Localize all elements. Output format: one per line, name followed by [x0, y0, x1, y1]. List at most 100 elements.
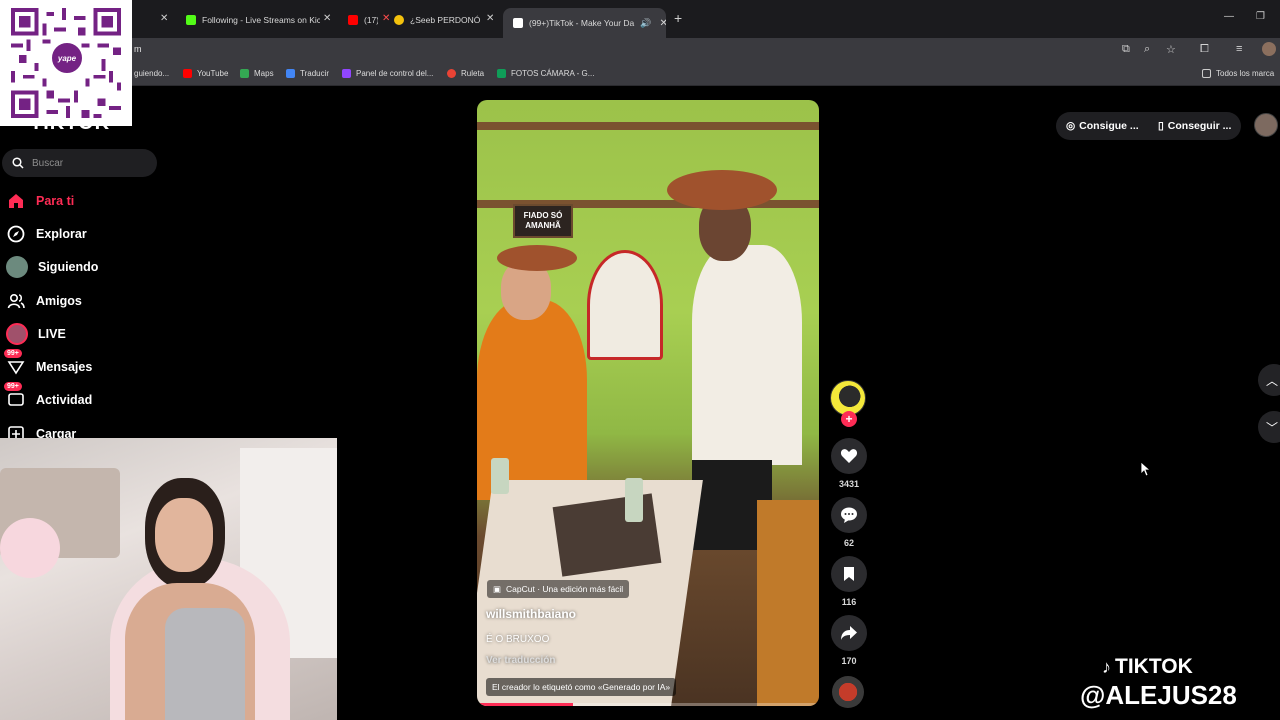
- video-progress-bar[interactable]: [477, 703, 819, 706]
- wall-shelf: [477, 122, 819, 130]
- share-icon[interactable]: [831, 615, 867, 651]
- top-garment: [165, 608, 245, 720]
- tab-tiktok[interactable]: (99+)TikTok - Make Your Da 🔊 ✕: [503, 8, 666, 38]
- get-app-label: Conseguir ...: [1167, 120, 1232, 132]
- share-action[interactable]: 170: [830, 615, 868, 666]
- avatar-icon: [6, 256, 28, 278]
- video-player[interactable]: FIADO SÓ AMANHÃ ▣ CapCut · Una edición m…: [477, 100, 819, 706]
- sidebar-item-explorar[interactable]: Explorar: [6, 221, 87, 247]
- bookmark-icon[interactable]: [831, 556, 867, 592]
- watermark-line1: ♪ TIKTOK: [1102, 655, 1193, 679]
- share-count: 170: [841, 656, 857, 666]
- user-avatar[interactable]: [1254, 113, 1278, 137]
- yape-logo: yape: [49, 40, 85, 76]
- follow-plus-icon[interactable]: +: [841, 411, 857, 427]
- sidebar-item-label: LIVE: [38, 327, 66, 341]
- sidebar-item-label: Mensajes: [36, 360, 93, 374]
- sidebar-item-amigos[interactable]: Amigos: [6, 288, 82, 314]
- heart-icon[interactable]: [831, 438, 867, 474]
- star-icon[interactable]: ☆: [1166, 43, 1176, 56]
- mouse-cursor-icon: [1140, 461, 1150, 477]
- bookmark-label: Ruleta: [461, 69, 485, 78]
- save-action[interactable]: 116: [830, 556, 868, 607]
- tab-close-icon[interactable]: ✕: [160, 13, 168, 24]
- bookmark-item[interactable]: guiendo...: [134, 69, 169, 78]
- bookmark-item[interactable]: Ruleta: [447, 69, 484, 78]
- sidebar-item-actividad[interactable]: 99+ Actividad: [4, 382, 93, 413]
- audio-icon[interactable]: 🔊: [640, 18, 651, 29]
- search-box[interactable]: [2, 149, 157, 177]
- search-icon: [12, 157, 24, 169]
- address-bar: m ⧉ ⌕ ☆ ⧠ ≡: [0, 38, 1280, 62]
- phone-icon: ▯: [1158, 120, 1164, 132]
- google-icon: [447, 69, 456, 78]
- hat-left: [497, 245, 577, 271]
- search-input[interactable]: [32, 157, 142, 169]
- all-bookmarks-folder[interactable]: Todos los marca: [1202, 69, 1274, 78]
- video-caption: É O BRUXOO: [486, 634, 550, 645]
- get-coins-button[interactable]: ◎ Consigue ...: [1056, 112, 1149, 140]
- extensions-icon[interactable]: ⧠: [1200, 43, 1209, 56]
- capcut-tag[interactable]: ▣ CapCut · Una edición más fácil: [487, 580, 630, 598]
- sidebar-item-label: Amigos: [36, 294, 82, 308]
- youtube-icon: [183, 69, 192, 78]
- like-count: 3431: [838, 479, 860, 489]
- comment-count: 62: [843, 538, 854, 548]
- chair: [757, 500, 819, 706]
- watermark-line2: @ALEJUS28: [1080, 680, 1237, 710]
- sidebar-item-para-ti[interactable]: Para ti: [6, 188, 74, 214]
- sidebar-item-label: Para ti: [36, 194, 75, 208]
- bookmark-item[interactable]: Panel de control del...: [342, 69, 433, 78]
- maximize-icon[interactable]: ❐: [1256, 11, 1265, 22]
- tiktok-icon: ♪: [1102, 656, 1111, 677]
- streamer-webcam: [0, 438, 337, 720]
- watermark-text: TIKTOK: [1115, 655, 1193, 678]
- bookmark-label: FOTOS CÁMARA - G...: [511, 69, 595, 78]
- tab-close-icon[interactable]: ✕: [486, 13, 494, 24]
- bookmark-item[interactable]: Maps: [240, 69, 274, 78]
- save-count: 116: [841, 597, 857, 607]
- bookmark-label: Todos los marca: [1216, 69, 1275, 78]
- get-app-button[interactable]: ▯ Conseguir ...: [1148, 112, 1242, 140]
- can: [625, 478, 643, 522]
- fiado-sign: FIADO SÓ AMANHÃ: [513, 204, 573, 238]
- music-disc-icon[interactable]: [832, 676, 864, 708]
- close-icon[interactable]: ✕: [382, 13, 390, 24]
- tab-close-icon[interactable]: ✕: [660, 18, 667, 29]
- tab-youtube[interactable]: (17): [348, 8, 378, 32]
- tab-kick[interactable]: Following - Live Streams on Kic: [186, 8, 320, 32]
- video-username[interactable]: willsmithbaiano: [486, 607, 576, 621]
- media-icon[interactable]: ≡: [1236, 43, 1242, 55]
- translate-icon: [286, 69, 295, 78]
- drive-icon: [497, 69, 506, 78]
- like-action[interactable]: 3431: [830, 438, 868, 489]
- capcut-icon: ▣: [493, 583, 502, 594]
- cast-icon[interactable]: ⧉: [1122, 43, 1130, 56]
- url-field[interactable]: m: [134, 44, 142, 54]
- sidebar-item-mensajes[interactable]: 99+ Mensajes: [4, 349, 93, 380]
- tab-close-icon[interactable]: ✕: [323, 13, 331, 24]
- profile-avatar[interactable]: [1262, 42, 1276, 56]
- new-tab-button[interactable]: +: [674, 10, 682, 26]
- see-translation-link[interactable]: Ver traducción: [486, 655, 555, 666]
- table-tile: [552, 493, 662, 577]
- tab-label: Following - Live Streams on Kic: [202, 15, 320, 25]
- compass-icon: [6, 224, 26, 244]
- sidebar-item-label: Actividad: [36, 393, 93, 407]
- zoom-icon[interactable]: ⌕: [1144, 43, 1150, 56]
- comment-icon[interactable]: [831, 497, 867, 533]
- tab-video[interactable]: ¿Seeb PERDONÓ lo: [394, 8, 482, 32]
- bookmark-item[interactable]: YouTube: [183, 69, 228, 78]
- sidebar-item-live[interactable]: LIVE: [6, 321, 66, 347]
- bookmark-label: Maps: [254, 69, 274, 78]
- chevron-up-icon: ︿: [1266, 373, 1279, 388]
- comment-action[interactable]: 62: [830, 497, 868, 548]
- friends-icon: [6, 291, 26, 311]
- bookmark-item[interactable]: FOTOS CÁMARA - G...: [497, 69, 594, 78]
- minimize-icon[interactable]: —: [1224, 11, 1234, 22]
- person-right: [692, 245, 802, 465]
- sidebar-item-siguiendo[interactable]: Siguiendo: [6, 254, 98, 280]
- tab-label: (99+)TikTok - Make Your Da: [529, 18, 635, 28]
- activity-icon: 99+: [4, 382, 26, 410]
- bookmark-item[interactable]: Traducir: [286, 69, 329, 78]
